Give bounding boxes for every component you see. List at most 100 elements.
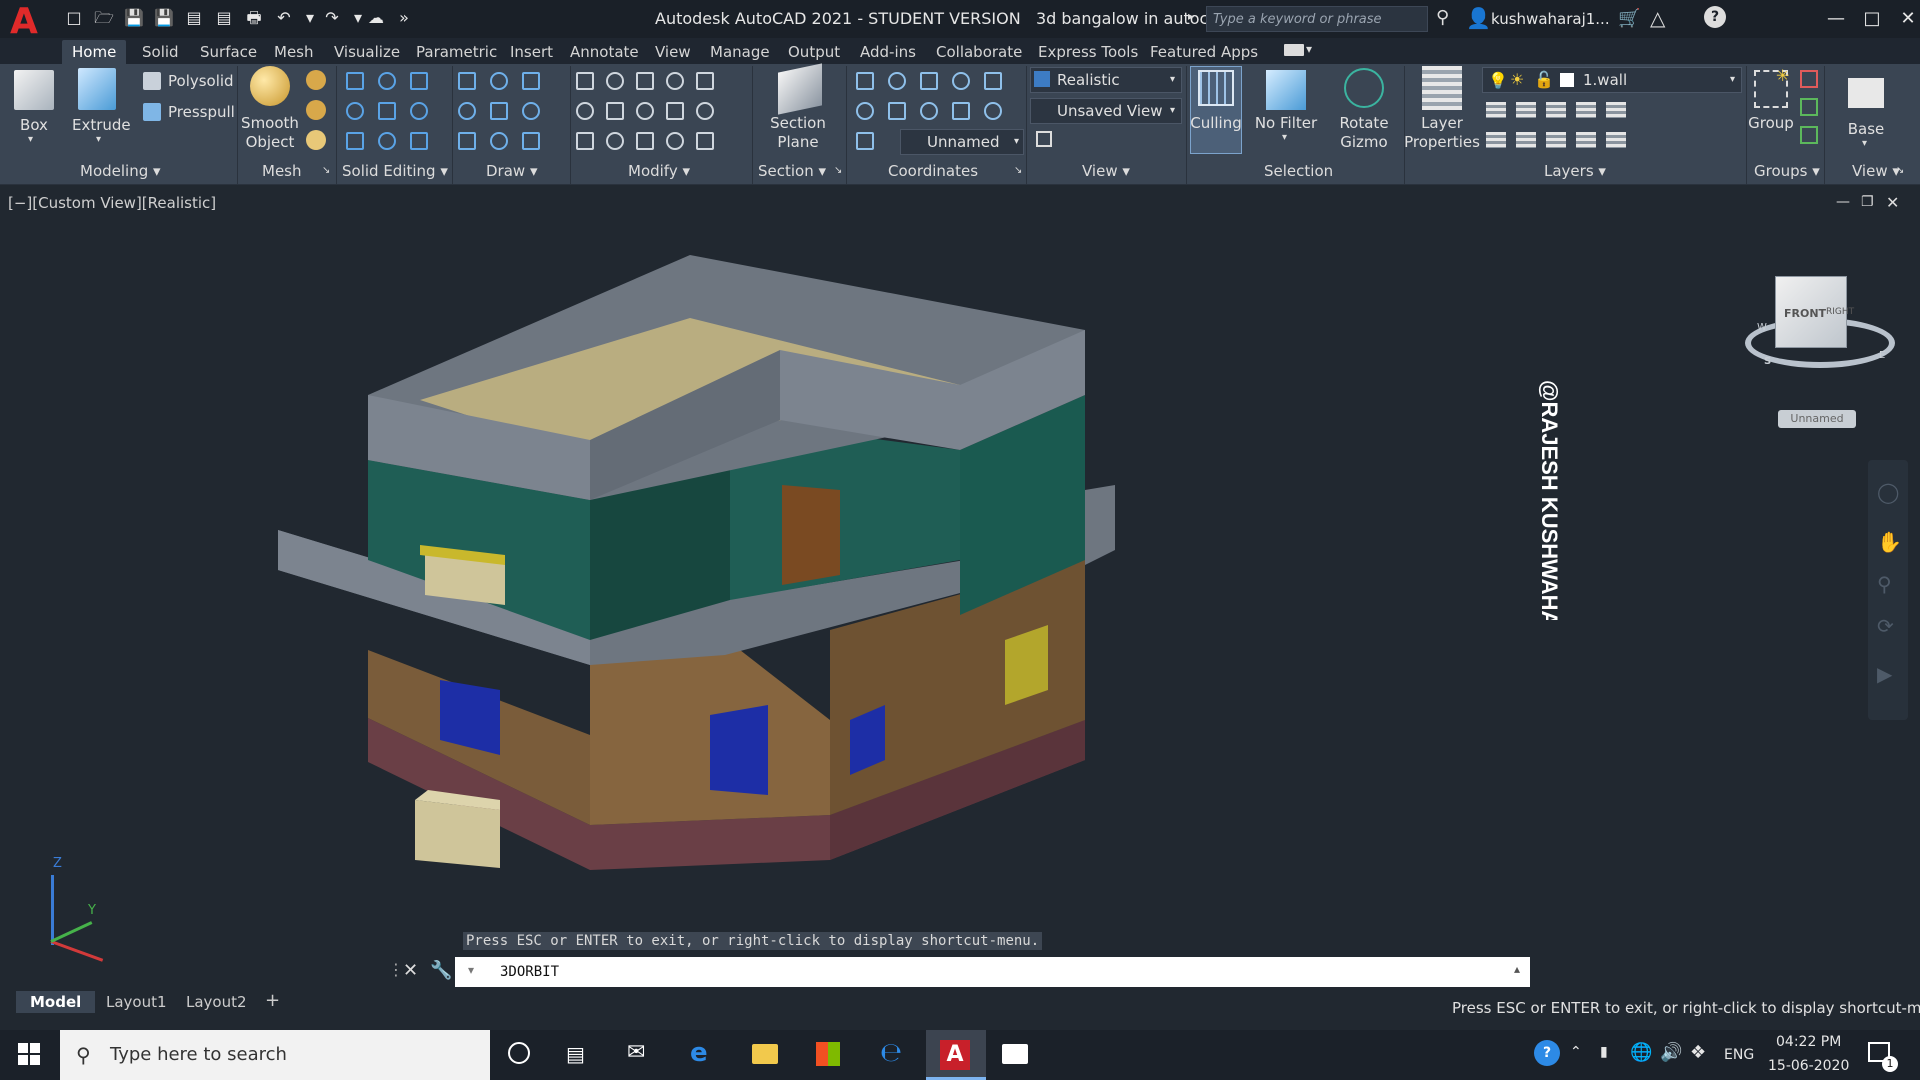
layer-on-icon[interactable]: 💡 [1488, 71, 1508, 90]
panel-title-modeling[interactable]: Modeling ▾ [80, 162, 161, 180]
plot-icon[interactable]: 🖶 [244, 9, 264, 27]
ucs-menu-button[interactable]: Unnamed [1778, 410, 1856, 428]
modify-tool-icon[interactable] [636, 132, 654, 150]
saved-view-dropdown[interactable]: Unsaved View ▾ [1030, 98, 1182, 124]
draw-tool-icon[interactable] [490, 72, 508, 90]
visual-style-dropdown[interactable]: Realistic ▾ [1030, 67, 1182, 93]
group-select-icon[interactable] [1800, 126, 1818, 144]
layer-tool-icon[interactable] [1606, 132, 1626, 148]
redo-dropdown-icon[interactable]: ▾ [348, 9, 368, 27]
viewport-restore-icon[interactable]: ❐ [1861, 194, 1874, 210]
autodesk-app-icon[interactable]: △ [1650, 6, 1665, 30]
viewcube-right-face[interactable]: RIGHT [1826, 307, 1854, 317]
draw-tool-icon[interactable] [458, 102, 476, 120]
extrude-button-label[interactable]: Extrude [72, 116, 131, 135]
layer-properties-icon[interactable] [1422, 66, 1462, 110]
draw-tool-icon[interactable] [490, 132, 508, 150]
tab-express-tools[interactable]: Express Tools [1028, 40, 1148, 64]
ribbon-minimize-icon[interactable] [1284, 44, 1304, 56]
panel-title-layers[interactable]: Layers ▾ [1544, 162, 1606, 180]
file-explorer-icon[interactable] [752, 1044, 778, 1064]
coordinates-tool-icon[interactable] [920, 102, 938, 120]
help-tray-icon[interactable]: ? [1534, 1040, 1560, 1066]
new-file-icon[interactable]: □ [64, 9, 84, 27]
undo-dropdown-icon[interactable]: ▾ [300, 9, 320, 27]
tab-insert[interactable]: Insert [500, 40, 563, 64]
solid-editing-tool-icon[interactable] [346, 102, 364, 120]
mail-icon[interactable]: ✉ [627, 1040, 645, 1065]
base-view-label[interactable]: Base [1838, 120, 1894, 139]
user-name[interactable]: kushwaharaj1... [1491, 10, 1610, 28]
tab-add-ins[interactable]: Add-ins [850, 40, 926, 64]
draw-tool-icon[interactable] [458, 132, 476, 150]
solid-editing-tool-icon[interactable] [378, 132, 396, 150]
tab-visualize[interactable]: Visualize [324, 40, 410, 64]
task-view-icon[interactable]: ▤ [566, 1042, 585, 1066]
presspull-icon[interactable] [143, 103, 161, 121]
modify-tool-icon[interactable] [606, 72, 624, 90]
store-icon[interactable] [816, 1042, 840, 1066]
cart-icon[interactable]: 🛒 [1618, 8, 1640, 29]
panel-title-solid-editing[interactable]: Solid Editing ▾ [342, 162, 448, 180]
modify-tool-icon[interactable] [636, 102, 654, 120]
orbit-icon[interactable]: ⟳ [1877, 614, 1894, 638]
tab-solid[interactable]: Solid [132, 40, 189, 64]
compass-west[interactable]: W [1757, 322, 1767, 333]
modify-tool-icon[interactable] [666, 102, 684, 120]
viewport-close-icon[interactable]: ✕ [1886, 193, 1899, 212]
volume-icon[interactable]: 🔊 [1660, 1042, 1682, 1063]
rotate-gizmo-icon[interactable] [1344, 68, 1384, 108]
steering-wheel-icon[interactable]: ◯ [1877, 480, 1899, 504]
panel-title-section[interactable]: Section ▾ [758, 162, 826, 180]
visual-studio-code-icon[interactable]: ℮ [880, 1038, 902, 1068]
compass-east[interactable]: E [1879, 350, 1885, 361]
layer-tool-icon[interactable] [1516, 102, 1536, 118]
command-customize-icon[interactable]: 🔧 [430, 960, 452, 981]
solid-editing-tool-icon[interactable] [346, 132, 364, 150]
video-editor-icon[interactable] [1002, 1044, 1028, 1064]
draw-tool-icon[interactable] [522, 132, 540, 150]
coordinates-tool-icon[interactable] [856, 102, 874, 120]
draw-tool-icon[interactable] [490, 102, 508, 120]
solid-editing-tool-icon[interactable] [410, 132, 428, 150]
tab-layout2[interactable]: Layout2 [172, 991, 261, 1013]
windows-start-icon[interactable] [18, 1043, 40, 1065]
redo-icon[interactable]: ↷ [322, 9, 342, 27]
rotate-gizmo-label-2[interactable]: Gizmo [1334, 133, 1394, 152]
viewport-minimize-icon[interactable]: — [1836, 194, 1850, 210]
panel-title-mesh[interactable]: Mesh [262, 162, 302, 180]
smooth-object-label-1[interactable]: Smooth [240, 114, 300, 133]
modify-tool-icon[interactable] [666, 132, 684, 150]
tab-collaborate[interactable]: Collaborate [926, 40, 1032, 64]
modify-tool-icon[interactable] [666, 72, 684, 90]
tab-layout1[interactable]: Layout1 [92, 991, 181, 1013]
panel-title-modify[interactable]: Modify ▾ [628, 162, 690, 180]
group-edit-icon[interactable] [1800, 98, 1818, 116]
layer-tool-icon[interactable] [1576, 132, 1596, 148]
cortana-icon[interactable] [508, 1042, 530, 1064]
modify-tool-icon[interactable] [576, 102, 594, 120]
tray-expand-icon[interactable]: ⌃ [1570, 1044, 1582, 1060]
panel-title-draw[interactable]: Draw ▾ [486, 162, 538, 180]
layer-tool-icon[interactable] [1546, 132, 1566, 148]
view-panel-launcher-icon[interactable]: ↘ [1896, 165, 1904, 176]
clock-time[interactable]: 04:22 PM [1776, 1034, 1841, 1050]
layer-tool-icon[interactable] [1546, 102, 1566, 118]
maximize-icon[interactable]: □ [1854, 6, 1890, 32]
ribbon-dropdown-icon[interactable]: ▾ [1306, 42, 1312, 56]
tab-featured-apps[interactable]: Featured Apps [1140, 40, 1268, 64]
open-file-icon[interactable]: 🗁 [94, 9, 114, 27]
undo-icon[interactable]: ↶ [274, 9, 294, 27]
coordinates-tool-icon[interactable] [984, 72, 1002, 90]
box-button-label[interactable]: Box [16, 116, 52, 135]
section-plane-label-2[interactable]: Plane [768, 133, 828, 152]
smooth-object-label-2[interactable]: Object [240, 133, 300, 152]
section-plane-label-1[interactable]: Section [768, 114, 828, 133]
no-filter-icon[interactable] [1266, 70, 1306, 110]
modify-tool-icon[interactable] [696, 132, 714, 150]
mesh-refine-icon[interactable] [306, 100, 326, 120]
coordinates-tool-icon[interactable] [888, 72, 906, 90]
solid-editing-tool-icon[interactable] [410, 72, 428, 90]
viewport-config-icon[interactable] [1036, 131, 1052, 147]
layer-freeze-icon[interactable]: ☀ [1510, 70, 1524, 89]
